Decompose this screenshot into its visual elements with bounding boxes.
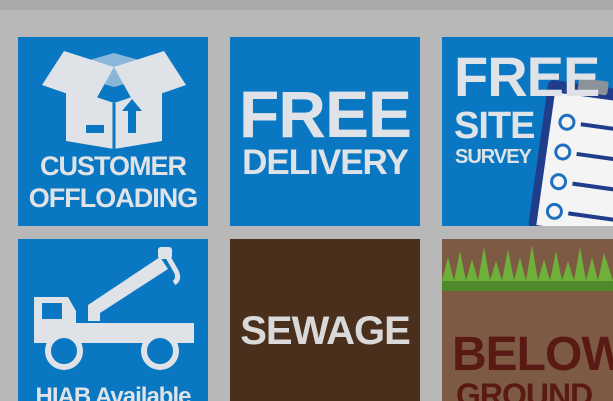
customer-offloading-tile[interactable]: CUSTOMER OFFLOADING [18, 37, 208, 226]
free-site-survey-line2: SITE [454, 105, 535, 147]
hiab-truck-icon [30, 247, 198, 371]
sewage-tile[interactable]: SEWAGE [230, 239, 420, 401]
below-ground-line1: BELOW [452, 328, 613, 381]
box-icon [42, 45, 186, 150]
hiab-label: HIAB Available [35, 383, 192, 401]
customer-offloading-line2: OFFLOADING [28, 183, 198, 213]
free-site-survey-tile[interactable]: FREE SITE SURVEY [442, 37, 613, 226]
free-delivery-line1: FREE [238, 77, 412, 151]
below-ground-tile[interactable]: BELOW GROUND [442, 239, 613, 401]
free-site-survey-line1: FREE [454, 45, 600, 108]
free-delivery-line2: DELIVERY [242, 143, 409, 182]
hiab-tile[interactable]: HIAB Available [18, 239, 208, 401]
top-bar [0, 0, 613, 10]
customer-offloading-line1: CUSTOMER [39, 151, 187, 181]
below-ground-line2: GROUND [456, 377, 593, 401]
free-site-survey-line3: SURVEY [455, 146, 532, 168]
grass-icon [442, 239, 613, 299]
sewage-label: SEWAGE [240, 309, 411, 353]
free-delivery-tile[interactable]: FREE DELIVERY [230, 37, 420, 226]
